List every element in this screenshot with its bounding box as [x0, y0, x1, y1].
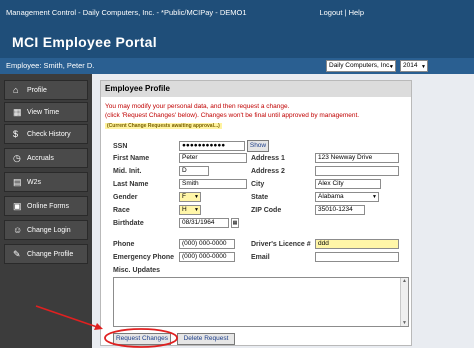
person-edit-icon: ✎	[13, 249, 21, 259]
scroll-down-icon[interactable]: ▼	[401, 320, 408, 326]
document-icon: ▤	[13, 177, 22, 187]
city-field[interactable]: Alex City	[315, 179, 381, 189]
misc-updates-textarea[interactable]: ▲ ▼	[113, 277, 409, 327]
info-message-2: (click 'Request Changes' below). Changes…	[105, 112, 360, 119]
sidebar-item-profile[interactable]: ⌂ Profile	[4, 80, 88, 100]
birthdate-field[interactable]: 08/31/1964	[179, 218, 229, 228]
sidebar-item-change-profile[interactable]: ✎ Change Profile	[4, 244, 88, 264]
gender-select[interactable]: F ▼	[179, 192, 201, 202]
window-title-bar: Management Control - Daily Computers, In…	[0, 0, 474, 22]
birthdate-label: Birthdate	[113, 220, 144, 227]
company-select[interactable]: Daily Computers, Inc. ▼	[326, 60, 396, 72]
race-select-value: H	[182, 206, 187, 213]
employee-name: Employee: Smith, Peter D.	[6, 61, 95, 70]
link-separator: |	[344, 8, 347, 17]
sidebar-item-view-time[interactable]: ▦ View Time	[4, 102, 88, 122]
main-content: Employee Profile You may modify your per…	[92, 74, 474, 348]
race-select[interactable]: H ▼	[179, 205, 201, 215]
sidebar-item-label: Profile	[27, 87, 47, 94]
zip-code-label: ZIP Code	[251, 207, 282, 214]
first-name-label: First Name	[113, 155, 150, 162]
drivers-licence-label: Driver's Licence #	[251, 241, 311, 248]
sidebar-item-label: Check History	[27, 131, 71, 138]
race-label: Race	[113, 207, 130, 214]
company-select-value: Daily Computers, Inc.	[329, 62, 392, 69]
chevron-down-icon: ▼	[389, 64, 394, 70]
gender-select-value: F	[182, 193, 186, 200]
ssn-field[interactable]: ●●●●●●●●●●●	[179, 141, 245, 151]
employee-bar: Employee: Smith, Peter D. Daily Computer…	[0, 58, 474, 74]
request-changes-button[interactable]: Request Changes	[113, 333, 171, 345]
logout-link[interactable]: Logout	[319, 8, 342, 17]
zip-code-field[interactable]: 35010-1234	[315, 205, 365, 215]
portal-banner: MCI Employee Portal	[0, 22, 474, 58]
scroll-up-icon[interactable]: ▲	[401, 278, 408, 284]
sidebar-item-label: Accruals	[27, 155, 54, 162]
sidebar-item-label: Change Login	[27, 227, 71, 234]
forms-icon: ▣	[13, 201, 22, 211]
address2-label: Address 2	[251, 168, 285, 175]
sidebar-item-online-forms[interactable]: ▣ Online Forms	[4, 196, 88, 216]
calendar-picker-icon[interactable]: ▦	[231, 218, 239, 228]
help-link[interactable]: Help	[349, 8, 364, 17]
state-select-value: Alabama	[318, 193, 344, 200]
gender-label: Gender	[113, 194, 138, 201]
drivers-licence-field[interactable]: ddd	[315, 239, 399, 249]
phone-field[interactable]: (000) 000-0000	[179, 239, 235, 249]
address1-field[interactable]: 123 Newway Drive	[315, 153, 399, 163]
last-name-label: Last Name	[113, 181, 149, 188]
delete-request-button[interactable]: Delete Request	[177, 333, 235, 345]
email-field[interactable]	[315, 252, 399, 262]
mid-init-field[interactable]: D	[179, 166, 209, 176]
city-label: City	[251, 181, 265, 188]
chevron-down-icon: ▼	[194, 194, 199, 200]
info-message: You may modify your personal data, and t…	[105, 103, 290, 110]
first-name-field[interactable]: Peter	[179, 153, 247, 163]
show-ssn-button[interactable]: Show	[247, 140, 269, 152]
sidebar-item-accruals[interactable]: ◷ Accruals	[4, 148, 88, 168]
emergency-phone-label: Emergency Phone	[113, 254, 175, 261]
emergency-phone-field[interactable]: (000) 000-0000	[179, 252, 235, 262]
address2-field[interactable]	[315, 166, 399, 176]
money-bag-icon: $	[13, 129, 19, 139]
pending-requests-note: (Current Change Requests awaiting approv…	[105, 123, 222, 129]
chevron-down-icon: ▼	[421, 64, 426, 70]
portal-title: MCI Employee Portal	[12, 34, 157, 50]
sidebar-item-label: Online Forms	[27, 203, 70, 210]
window-title: Management Control - Daily Computers, In…	[6, 8, 247, 17]
mid-init-label: Mid. Init.	[113, 168, 142, 175]
address1-label: Address 1	[251, 155, 285, 162]
state-select[interactable]: Alabama ▼	[315, 192, 379, 202]
year-select-value: 2014	[403, 62, 418, 69]
chevron-down-icon: ▼	[372, 194, 377, 200]
sidebar-item-label: View Time	[27, 109, 60, 116]
employee-profile-panel: Employee Profile You may modify your per…	[100, 80, 412, 346]
home-icon: ⌂	[13, 85, 19, 95]
sidebar-item-label: W2s	[27, 179, 41, 186]
sidebar-item-label: Change Profile	[27, 251, 74, 258]
sidebar: ⌂ Profile ▦ View Time $ Check History ◷ …	[0, 74, 92, 348]
clock-icon: ◷	[13, 153, 21, 163]
sidebar-item-change-login[interactable]: ☺ Change Login	[4, 220, 88, 240]
calendar-icon: ▦	[13, 107, 22, 117]
year-select[interactable]: 2014 ▼	[400, 60, 428, 72]
chevron-down-icon: ▼	[194, 207, 199, 213]
sidebar-item-check-history[interactable]: $ Check History	[4, 124, 88, 144]
misc-updates-label: Misc. Updates	[113, 267, 161, 274]
email-label: Email	[251, 254, 270, 261]
sidebar-item-w2s[interactable]: ▤ W2s	[4, 172, 88, 192]
last-name-field[interactable]: Smith	[179, 179, 247, 189]
person-icon: ☺	[13, 225, 23, 235]
ssn-label: SSN	[113, 143, 128, 150]
state-label: State	[251, 194, 269, 201]
header-links: Logout | Help	[319, 8, 364, 17]
textarea-scrollbar[interactable]: ▲ ▼	[400, 278, 408, 326]
phone-label: Phone	[113, 241, 135, 248]
panel-heading: Employee Profile	[101, 81, 411, 97]
